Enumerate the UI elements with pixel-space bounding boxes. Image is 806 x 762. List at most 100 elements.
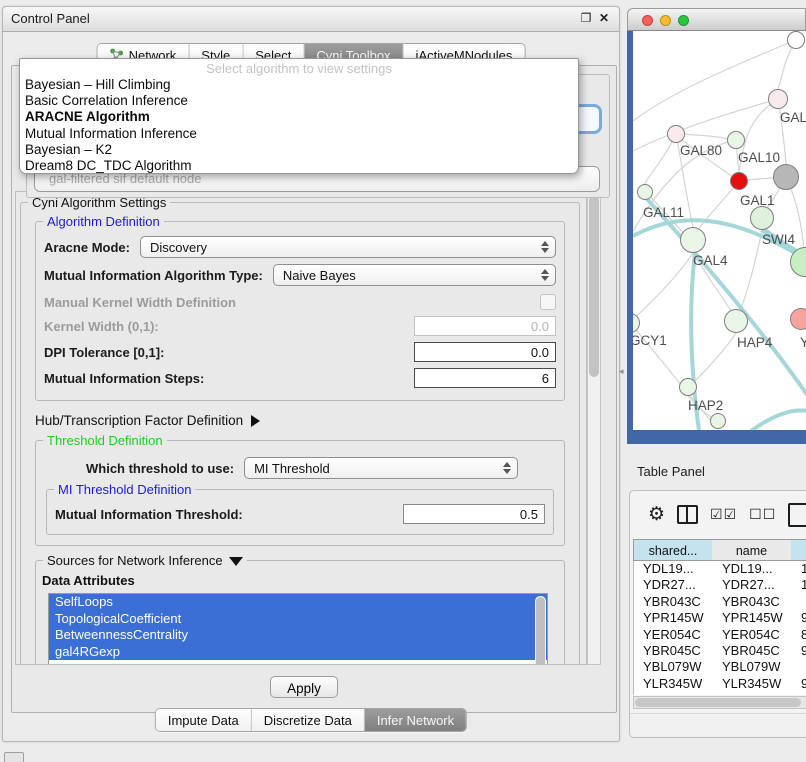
network-node[interactable] (787, 31, 805, 49)
list-scrollbar[interactable] (535, 596, 546, 665)
network-node[interactable] (750, 206, 774, 230)
algorithm-definition-title: Algorithm Definition (43, 214, 164, 229)
node-label-y: Y (800, 335, 806, 350)
table-hscrollbar[interactable] (633, 696, 806, 709)
table-cell: YPR145W (713, 610, 792, 626)
control-panel-window: Control Panel ❐ ✕ NetworkStyleSelectCyni… (2, 6, 620, 742)
node-label-hap4: HAP4 (737, 335, 772, 350)
column-header-name[interactable]: name (712, 539, 791, 561)
network-canvas[interactable]: GALGAL80GAL10GAL1GAL11SWI4GAL4GCY1HAP4YH… (633, 31, 806, 430)
table-cell: YBL079W (634, 659, 713, 675)
table-row[interactable]: YDL19...YDL19...13 (634, 561, 806, 577)
network-node[interactable] (768, 89, 788, 109)
dropdown-item-mutual-information-inference[interactable]: Mutual Information Inference (20, 126, 578, 142)
column-header-shared[interactable]: shared... (633, 539, 712, 561)
mi-threshold-field[interactable]: 0.5 (403, 504, 545, 524)
attribute-gal4rgexp[interactable]: gal4RGexp (49, 644, 547, 661)
mi-steps-field[interactable]: 6 (414, 368, 556, 388)
dpi-tolerance-field[interactable]: 0.0 (414, 342, 556, 362)
bottom-tab-bar: Impute DataDiscretize DataInfer Network (155, 708, 467, 732)
table-footer (630, 713, 806, 738)
network-node[interactable] (724, 309, 748, 333)
dropdown-item-dream8-dc-tdc-algorithm[interactable]: Dream8 DC_TDC Algorithm (20, 158, 578, 174)
network-node[interactable] (727, 131, 745, 149)
document-icon[interactable] (788, 503, 806, 527)
network-node[interactable] (679, 378, 697, 396)
app-screen: Control Panel ❐ ✕ NetworkStyleSelectCyni… (0, 0, 806, 762)
network-window-titlebar[interactable] (627, 8, 806, 31)
attribute-topologicalcoefficient[interactable]: TopologicalCoefficient (49, 611, 547, 628)
network-node[interactable] (680, 227, 706, 253)
minimized-panel-icon[interactable] (4, 752, 24, 762)
table-cell: 13 (792, 561, 806, 577)
threshold-definition-title: Threshold Definition (43, 433, 167, 448)
dropdown-item-bayesian-hill-climbing[interactable]: Bayesian – Hill Climbing (20, 77, 578, 93)
tab-infer-network[interactable]: Infer Network (365, 709, 466, 731)
close-traffic-light[interactable] (642, 15, 653, 26)
dropdown-item-aracne-algorithm[interactable]: ARACNE Algorithm (20, 109, 578, 125)
which-threshold-label: Which threshold to use: (86, 461, 234, 476)
kernel-width-label: Kernel Width (0,1): (44, 319, 159, 334)
cyni-algorithm-settings-group: Cyni Algorithm Settings Algorithm Defini… (20, 202, 580, 665)
attribute-betweennesscentrality[interactable]: BetweennessCentrality (49, 627, 547, 644)
sources-title[interactable]: Sources for Network Inference (43, 553, 247, 568)
split-pane-handle[interactable]: ◂ (619, 366, 624, 377)
table-row[interactable]: YBR045CYBR045C9. (634, 643, 806, 659)
table-row[interactable]: YLR345WYLR345W9. (634, 676, 806, 692)
which-threshold-value: MI Threshold (254, 461, 501, 476)
mi-steps-label: Mutual Information Steps: (44, 371, 204, 386)
table-row[interactable]: YPR145WYPR145W9. (634, 610, 806, 626)
tab-discretize-data[interactable]: Discretize Data (252, 709, 365, 731)
table-row[interactable]: YDR27...YDR27...12 (634, 577, 806, 593)
network-node[interactable] (667, 125, 685, 143)
apply-button[interactable]: Apply (270, 676, 338, 698)
network-node[interactable] (710, 413, 726, 429)
aracne-mode-combo[interactable]: Discovery (140, 236, 556, 258)
dpi-tolerance-label: DPI Tolerance [0,1]: (44, 345, 164, 360)
zoom-traffic-light[interactable] (678, 15, 689, 26)
table-cell: YER054C (713, 627, 792, 643)
table-body: YDL19...YDL19...13YDR27...YDR27...12YBR0… (633, 561, 806, 695)
algorithm-dropdown-popup: Select algorithm to view settings Bayesi… (19, 58, 579, 174)
table-row[interactable]: YIL052CYIL052C9. (634, 692, 806, 695)
table-cell: YBR043C (634, 594, 713, 610)
minimize-traffic-light[interactable] (660, 15, 671, 26)
settings-scrollbar[interactable] (587, 191, 601, 665)
hub-definition-toggle[interactable]: Hub/Transcription Factor Definition (35, 413, 569, 428)
attribute-selfloops[interactable]: SelfLoops (49, 594, 547, 611)
combo-stepper-icon (539, 241, 551, 253)
dropdown-item-basic-correlation-inference[interactable]: Basic Correlation Inference (20, 93, 578, 109)
dropdown-item-bayesian-k2[interactable]: Bayesian – K2 (20, 142, 578, 158)
close-icon[interactable]: ✕ (597, 11, 611, 25)
which-threshold-combo[interactable]: MI Threshold (244, 457, 518, 479)
network-node[interactable] (773, 164, 799, 190)
table-cell: 9. (792, 610, 806, 626)
table-cell: YDR27... (713, 577, 792, 593)
table-cell: YBL079W (713, 659, 792, 675)
table-cell: YIL052C (634, 692, 713, 695)
table-row[interactable]: YER054CYER054C8. (634, 627, 806, 643)
mi-type-combo[interactable]: Naive Bayes (273, 264, 556, 286)
manual-kernel-checkbox[interactable] (540, 294, 556, 310)
network-node[interactable] (790, 308, 806, 330)
table-row[interactable]: YBL079WYBL079W (634, 659, 806, 675)
network-node[interactable] (730, 172, 748, 190)
column-header-partial[interactable] (791, 539, 806, 561)
restore-icon[interactable]: ❐ (579, 11, 593, 25)
mi-threshold-group: MI Threshold Definition Mutual Informati… (46, 489, 554, 535)
kernel-width-field[interactable]: 0.0 (414, 316, 556, 336)
control-panel-titlebar[interactable]: Control Panel ❐ ✕ (3, 7, 619, 32)
data-attributes-list: SelfLoopsTopologicalCoefficientBetweenne… (48, 593, 548, 665)
table-row[interactable]: YBR043CYBR043C (634, 594, 806, 610)
split-columns-icon[interactable] (677, 505, 698, 524)
tab-impute-data[interactable]: Impute Data (156, 709, 252, 731)
network-node[interactable] (637, 184, 653, 200)
gear-icon[interactable]: ⚙ (648, 505, 665, 524)
collapse-down-icon (229, 557, 243, 566)
aracne-mode-value: Discovery (150, 240, 539, 255)
dropdown-placeholder: Select algorithm to view settings (20, 61, 578, 77)
table-cell (792, 594, 806, 610)
checked-boxes-icon[interactable]: ☑☑ (710, 506, 737, 523)
dropdown-item-list: Bayesian – Hill ClimbingBasic Correlatio… (20, 77, 578, 174)
unchecked-boxes-icon[interactable]: ☐☐ (749, 506, 776, 523)
